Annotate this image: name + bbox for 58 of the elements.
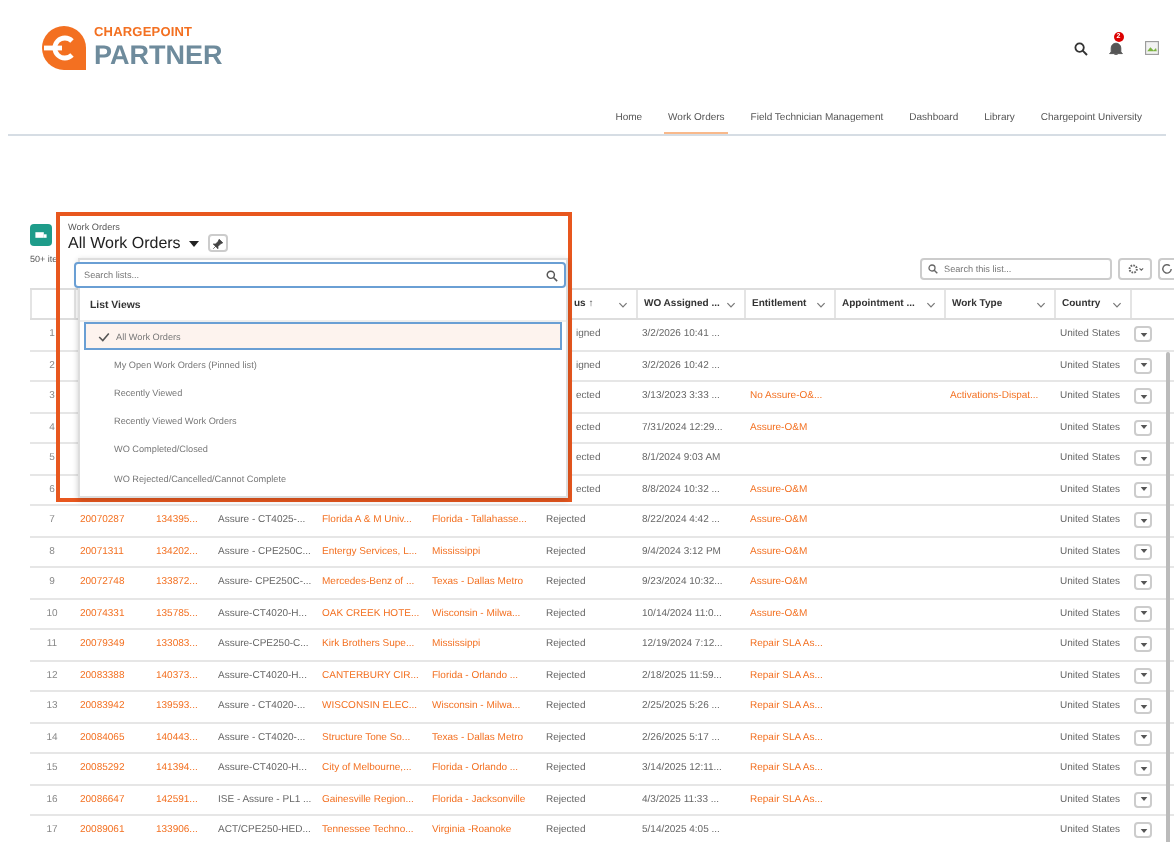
row-menu-button[interactable] (1134, 667, 1152, 684)
caret-down-icon (1139, 734, 1147, 741)
search-icon (546, 269, 558, 281)
row-menu-button[interactable] (1134, 605, 1152, 622)
chevron-down-icon[interactable] (1036, 301, 1046, 307)
caret-down-icon (1139, 393, 1147, 400)
caret-down-icon (1139, 486, 1147, 493)
chevron-down-icon[interactable] (926, 301, 936, 307)
row-menu-button[interactable] (1134, 326, 1152, 343)
row-menu-button[interactable] (1134, 760, 1152, 777)
refresh-icon (1160, 262, 1174, 276)
caret-down-icon (1139, 579, 1147, 586)
pin-icon (212, 237, 225, 249)
broken-image-icon (1144, 40, 1160, 56)
truck-icon (30, 224, 52, 246)
chevron-down-icon[interactable] (726, 301, 736, 307)
row-menu-button[interactable] (1134, 636, 1152, 653)
bell-icon[interactable] (1108, 40, 1124, 56)
row-menu-button[interactable] (1134, 698, 1152, 715)
row-menu-button[interactable] (1134, 512, 1152, 529)
list-view-selector[interactable]: All Work Orders (68, 234, 201, 252)
search-icon[interactable] (1074, 41, 1088, 55)
refresh-button[interactable] (1158, 258, 1174, 280)
caret-down-icon (1139, 610, 1147, 617)
chevron-down-icon[interactable] (816, 301, 826, 307)
check-icon (98, 331, 110, 342)
row-menu-button[interactable] (1134, 791, 1152, 808)
caret-down-icon (1139, 796, 1147, 803)
caret-down-icon (1139, 517, 1147, 524)
caret-down-icon (1139, 455, 1147, 462)
caret-down-icon (1139, 703, 1147, 710)
plug-logo-icon (40, 24, 88, 72)
search-icon (928, 264, 938, 274)
row-menu-button[interactable] (1134, 729, 1152, 746)
gear-icon (1125, 262, 1145, 276)
brand-subtitle: PARTNER (94, 41, 223, 68)
caret-down-icon (1139, 641, 1147, 648)
caret-down-icon (1139, 424, 1147, 431)
row-menu-button[interactable] (1134, 388, 1152, 405)
chevron-down-icon[interactable] (1112, 301, 1122, 307)
caret-down-icon (1139, 672, 1147, 679)
caret-down-icon (1139, 827, 1147, 834)
settings-button[interactable] (1118, 258, 1152, 280)
scrollbar[interactable] (1166, 352, 1170, 842)
caret-down-icon (188, 239, 201, 247)
row-menu-button[interactable] (1134, 481, 1152, 498)
row-menu-button[interactable] (1134, 357, 1152, 374)
caret-down-icon (1139, 548, 1147, 555)
caret-down-icon (1139, 362, 1147, 369)
row-menu-button[interactable] (1134, 543, 1152, 560)
chevron-down-icon[interactable] (618, 301, 628, 307)
caret-down-icon (1139, 331, 1147, 338)
row-menu-button[interactable] (1134, 574, 1152, 591)
row-menu-button[interactable] (1134, 419, 1152, 436)
row-menu-button[interactable] (1134, 822, 1152, 839)
row-menu-button[interactable] (1134, 450, 1152, 467)
pin-button[interactable] (208, 234, 229, 252)
caret-down-icon (1139, 765, 1147, 772)
